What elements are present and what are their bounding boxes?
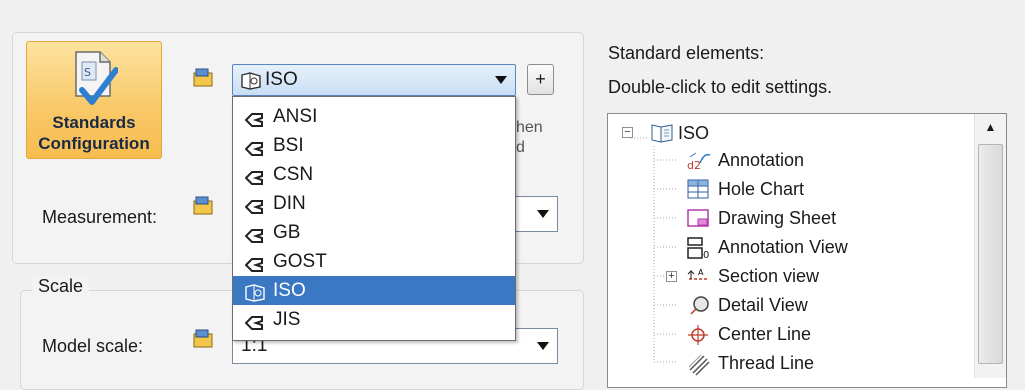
collapse-toggle[interactable]: − [622, 127, 633, 138]
detail-view-icon [686, 294, 712, 323]
dropdown-item-label: ISO [273, 280, 306, 301]
tree-node-drawing-sheet[interactable]: Drawing Sheet [687, 207, 837, 229]
expand-toggle[interactable]: + [666, 271, 677, 282]
tree-node-annotation[interactable]: d2 Annotation [687, 149, 805, 172]
annotation-view-icon: 0 [686, 236, 712, 265]
scale-group-title: Scale [32, 276, 90, 297]
center-line-icon [686, 323, 710, 352]
dropdown-item-ansi[interactable]: ANSI [233, 102, 515, 131]
tree-node-iso[interactable]: ISO [651, 122, 710, 144]
tree-node-center-line[interactable]: Center Line [688, 323, 812, 345]
standards-label-line1: Standards [52, 113, 136, 132]
tree-node-label: Hole Chart [718, 179, 805, 199]
chevron-down-icon[interactable] [537, 342, 549, 350]
dropdown-item-jis[interactable]: JIS [233, 305, 515, 334]
occluded-text-line2: d [516, 139, 525, 156]
standard-select[interactable]: ISO [232, 64, 516, 96]
model-scale-label: Model scale: [42, 336, 144, 356]
dropdown-item-label: BSI [273, 135, 304, 156]
dropdown-item-label: DIN [273, 193, 306, 214]
standard-elements-tree[interactable]: − + ISO d2 Annotation Hole Chart Drawing… [607, 113, 1007, 388]
dropdown-item-label: GOST [273, 251, 327, 272]
dropdown-item-iso[interactable]: ISO [233, 276, 515, 305]
hole-chart-icon [686, 178, 710, 205]
svg-text:A: A [698, 268, 704, 277]
standard-icon [244, 311, 263, 340]
dropdown-item-din[interactable]: DIN [233, 189, 515, 218]
standards-label-line2: Configuration [38, 134, 150, 153]
tree-node-label: Drawing Sheet [718, 208, 837, 228]
dropdown-item-gb[interactable]: GB [233, 218, 515, 247]
chevron-down-icon[interactable] [495, 76, 507, 84]
tree-node-label: Center Line [718, 324, 812, 344]
thread-line-icon [686, 352, 712, 381]
dropdown-item-label: GB [273, 222, 301, 243]
svg-text:0: 0 [703, 250, 709, 260]
scroll-up-arrow-icon[interactable]: ▲ [975, 114, 1006, 140]
add-standard-button[interactable]: + [527, 64, 554, 95]
standard-select-value: ISO [265, 69, 298, 90]
tree-node-thread-line[interactable]: Thread Line [688, 352, 815, 376]
style-folder-icon [192, 68, 214, 88]
tree-node-annotation-view[interactable]: 0 Annotation View [687, 236, 848, 261]
tree-node-label: Section view [718, 266, 820, 286]
section-view-icon: A [686, 265, 712, 294]
book-icon [650, 122, 674, 149]
standard-elements-heading: Standard elements: [608, 43, 765, 63]
annotation-icon: d2 [686, 149, 712, 178]
dropdown-item-label: ANSI [273, 106, 318, 127]
standard-dropdown-list[interactable]: ANSI BSI CSN DIN GB GOST ISO JIS [232, 96, 516, 341]
tree-node-label: Detail View [718, 295, 808, 315]
dropdown-item-csn[interactable]: CSN [233, 160, 515, 189]
measurement-folder-icon [192, 196, 214, 216]
dropdown-item-bsi[interactable]: BSI [233, 131, 515, 160]
chevron-down-icon[interactable] [537, 210, 549, 218]
standards-configuration-button[interactable]: S Standards Configuration [26, 41, 162, 159]
iso-standard-icon [241, 72, 261, 96]
occluded-text-line1: hen [516, 119, 543, 136]
drawing-sheet-icon [686, 207, 710, 234]
model-scale-folder-icon [192, 329, 214, 349]
measurement-label: Measurement: [42, 207, 158, 227]
tree-node-label: ISO [678, 123, 710, 143]
scroll-thumb[interactable] [978, 144, 1003, 364]
tree-node-detail-view[interactable]: Detail View [690, 294, 808, 316]
edit-settings-hint: Double-click to edit settings. [608, 77, 833, 97]
tree-scrollbar[interactable]: ▲ [974, 114, 1006, 378]
tree-node-label: Annotation View [718, 237, 848, 257]
dropdown-item-label: CSN [273, 164, 314, 185]
tree-node-hole-chart[interactable]: Hole Chart [687, 178, 805, 200]
tree-node-section-view[interactable]: A Section view [687, 265, 820, 287]
dropdown-item-label: JIS [273, 309, 301, 330]
tree-node-label: Thread Line [718, 353, 815, 373]
svg-text:S: S [84, 66, 91, 79]
standards-document-check-icon: S [72, 50, 119, 113]
dropdown-item-gost[interactable]: GOST [233, 247, 515, 276]
occluded-option-text: hen d [516, 118, 543, 158]
tree-node-label: Annotation [718, 150, 805, 170]
svg-text:d2: d2 [687, 159, 701, 172]
